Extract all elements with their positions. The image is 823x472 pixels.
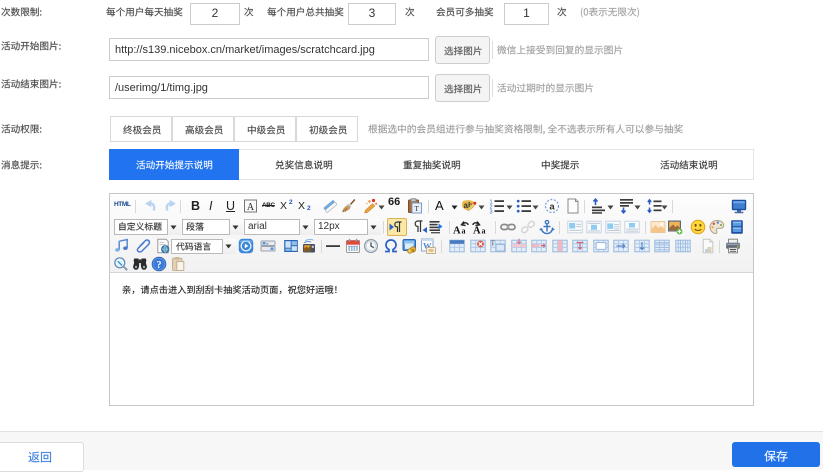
svg-text:A: A <box>247 202 255 213</box>
svg-text:A: A <box>453 226 461 237</box>
svg-text:T: T <box>414 204 419 213</box>
svg-text:a: a <box>462 227 466 236</box>
svg-text:a: a <box>482 227 486 236</box>
svg-text:3: 3 <box>490 210 493 215</box>
svg-text:?: ? <box>157 260 162 271</box>
svg-text:a: a <box>549 202 555 213</box>
svg-text:A: A <box>473 226 481 237</box>
svg-text:T: T <box>491 239 496 248</box>
